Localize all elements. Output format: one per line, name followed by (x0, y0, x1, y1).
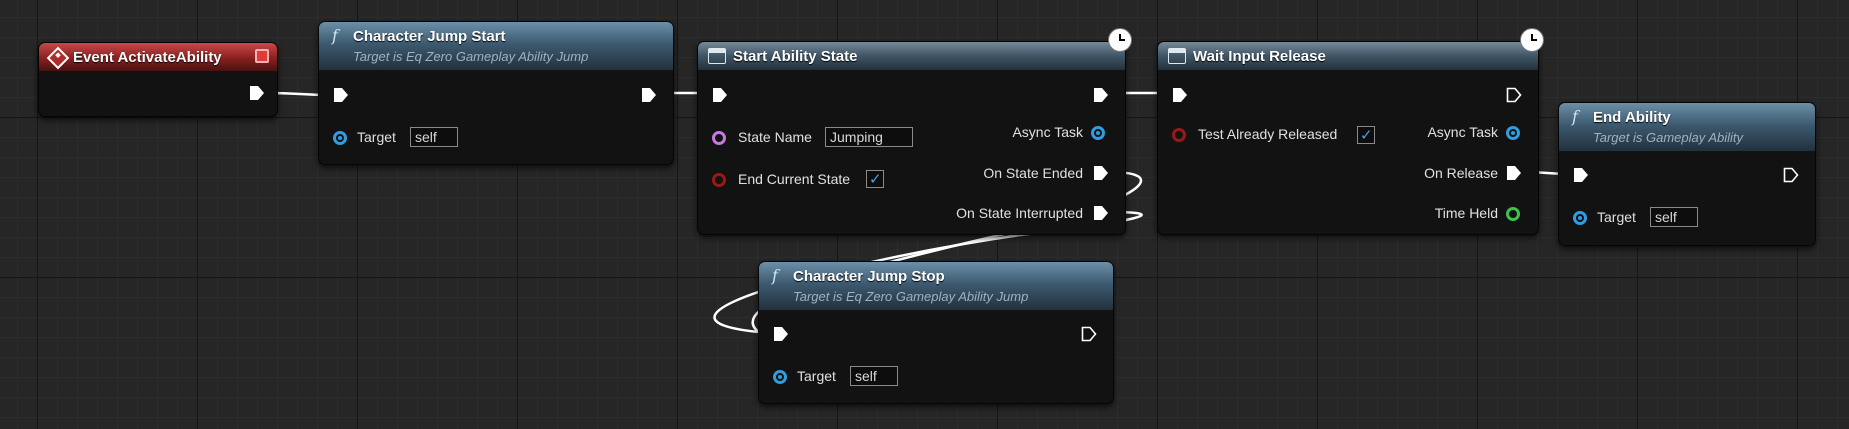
on-state-interrupted-label: On State Interrupted (956, 205, 1083, 221)
exec-out-pin[interactable] (249, 85, 265, 101)
target-object-pin[interactable] (773, 370, 787, 384)
async-task-label: Async Task (1012, 124, 1083, 140)
wait-input-release-title: Wait Input Release (1193, 48, 1326, 65)
exec-in-pin[interactable] (1573, 167, 1589, 183)
target-self-field[interactable]: self (1650, 207, 1698, 227)
checkmark-icon: ✓ (1360, 127, 1373, 144)
event-activate-ability-node[interactable]: Event ActivateAbility (38, 42, 278, 117)
time-held-pin[interactable] (1506, 207, 1520, 221)
jump-start-title: Character Jump Start (353, 28, 506, 45)
end-ability-subtitle: Target is Gameplay Ability (1593, 130, 1744, 145)
target-label: Target (797, 368, 836, 384)
jump-stop-subtitle: Target is Eq Zero Gameplay Ability Jump (793, 289, 1029, 304)
exec-out-pin[interactable] (1093, 87, 1109, 103)
state-name-field[interactable]: Jumping (825, 127, 913, 147)
end-current-state-checkbox[interactable]: ✓ (866, 170, 884, 188)
target-self-field[interactable]: self (850, 366, 898, 386)
test-already-released-pin[interactable] (1172, 128, 1186, 142)
on-state-interrupted-exec-pin[interactable] (1093, 205, 1109, 221)
time-held-label: Time Held (1434, 205, 1498, 221)
on-release-label: On Release (1424, 165, 1498, 181)
character-jump-start-node[interactable]: f Character Jump Start Target is Eq Zero… (318, 21, 674, 165)
latent-clock-icon (1520, 28, 1544, 52)
on-release-exec-pin[interactable] (1506, 165, 1522, 181)
latent-node-icon (1168, 48, 1186, 64)
async-task-pin[interactable] (1091, 126, 1105, 140)
end-current-state-label: End Current State (738, 171, 851, 187)
function-icon: f (332, 26, 338, 45)
exec-out-pin-unconnected[interactable] (1506, 87, 1522, 103)
wait-input-release-node[interactable]: Wait Input Release Test Already Released… (1157, 41, 1539, 235)
checkmark-icon: ✓ (869, 171, 882, 188)
exec-out-pin[interactable] (641, 87, 657, 103)
character-jump-stop-node[interactable]: f Character Jump Stop Target is Eq Zero … (758, 261, 1114, 404)
function-icon: f (1572, 107, 1578, 126)
on-state-ended-label: On State Ended (983, 165, 1083, 181)
exec-out-pin-unconnected[interactable] (1783, 167, 1799, 183)
event-delegate-icon[interactable] (255, 49, 269, 63)
state-name-pin[interactable] (712, 131, 726, 145)
async-task-label: Async Task (1427, 124, 1498, 140)
end-current-state-pin[interactable] (712, 173, 726, 187)
target-label: Target (1597, 209, 1636, 225)
exec-out-pin-unconnected[interactable] (1081, 326, 1097, 342)
on-state-ended-exec-pin[interactable] (1093, 165, 1109, 181)
latent-clock-icon (1108, 28, 1132, 52)
event-node-title: Event ActivateAbility (73, 49, 222, 66)
state-name-label: State Name (738, 129, 812, 145)
test-already-released-label: Test Already Released (1198, 126, 1338, 142)
jump-start-subtitle: Target is Eq Zero Gameplay Ability Jump (353, 49, 589, 64)
function-icon: f (772, 266, 778, 285)
exec-in-pin[interactable] (712, 87, 728, 103)
start-ability-state-node[interactable]: Start Ability State State Name Jumping A… (697, 41, 1126, 235)
exec-in-pin[interactable] (333, 87, 349, 103)
target-label: Target (357, 129, 396, 145)
target-object-pin[interactable] (1573, 211, 1587, 225)
exec-in-pin[interactable] (773, 326, 789, 342)
exec-in-pin[interactable] (1172, 87, 1188, 103)
end-ability-title: End Ability (1593, 109, 1671, 126)
end-ability-node[interactable]: f End Ability Target is Gameplay Ability… (1558, 102, 1816, 246)
start-ability-state-title: Start Ability State (733, 48, 858, 65)
latent-node-icon (708, 48, 726, 64)
async-task-pin[interactable] (1506, 126, 1520, 140)
target-object-pin[interactable] (333, 131, 347, 145)
jump-stop-title: Character Jump Stop (793, 268, 945, 285)
target-self-field[interactable]: self (410, 127, 458, 147)
test-already-released-checkbox[interactable]: ✓ (1357, 126, 1375, 144)
